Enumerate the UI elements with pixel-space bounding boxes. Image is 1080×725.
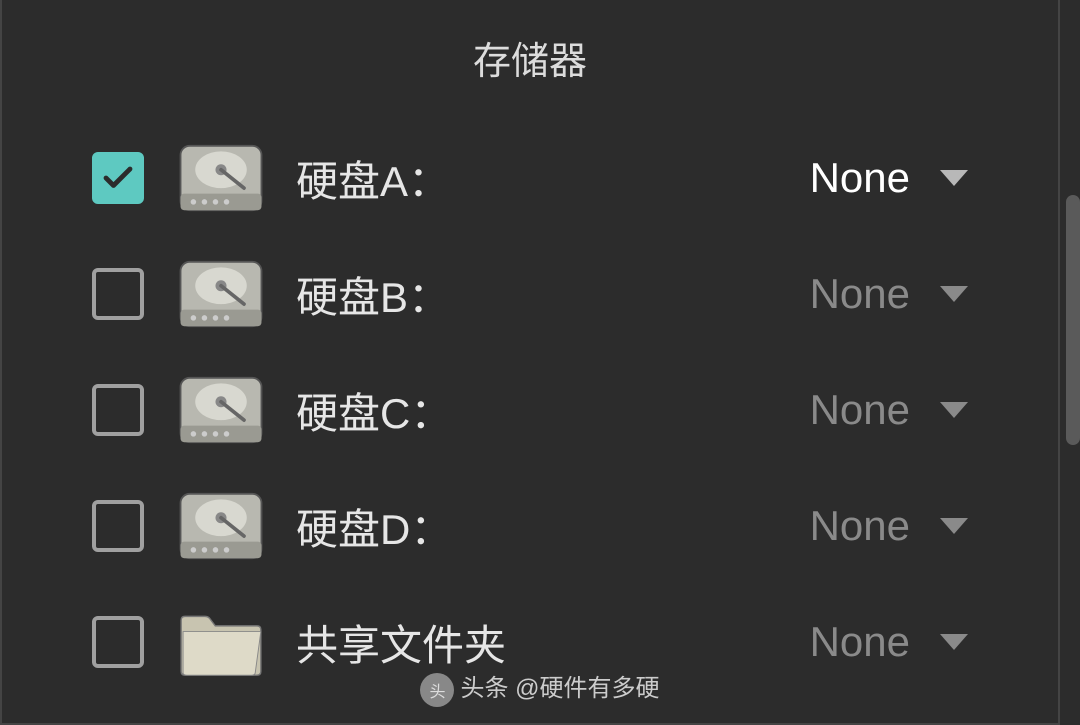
checkbox-disk-a[interactable] — [92, 152, 144, 204]
chevron-down-icon — [940, 286, 968, 302]
dropdown-value: None — [810, 502, 910, 550]
dropdown-value: None — [810, 270, 910, 318]
dropdown-shared-folder[interactable]: None — [810, 618, 968, 666]
dropdown-value: None — [810, 618, 910, 666]
storage-row-disk-a: 硬盘A： None — [2, 120, 1058, 236]
dropdown-disk-d[interactable]: None — [810, 502, 968, 550]
hdd-icon — [166, 142, 276, 214]
disk-label: 硬盘B： — [296, 264, 810, 325]
checkbox-disk-d[interactable] — [92, 500, 144, 552]
panel-title: 存储器 — [2, 30, 1058, 85]
storage-row-disk-c: 硬盘C： None — [2, 352, 1058, 468]
chevron-down-icon — [940, 518, 968, 534]
hdd-icon — [166, 258, 276, 330]
chevron-down-icon — [940, 634, 968, 650]
storage-row-disk-b: 硬盘B： None — [2, 236, 1058, 352]
storage-row-shared-folder: 共享文件夹 None — [2, 584, 1058, 700]
disk-label: 硬盘C： — [296, 380, 810, 441]
disk-label: 硬盘D： — [296, 496, 810, 557]
hdd-icon — [166, 490, 276, 562]
dropdown-disk-b[interactable]: None — [810, 270, 968, 318]
dropdown-value: None — [810, 154, 910, 202]
storage-panel: 存储器 硬盘A： None 硬盘B： None — [0, 0, 1060, 725]
checkbox-shared-folder[interactable] — [92, 616, 144, 668]
chevron-down-icon — [940, 402, 968, 418]
scrollbar[interactable] — [1066, 195, 1080, 445]
storage-row-disk-d: 硬盘D： None — [2, 468, 1058, 584]
checkbox-disk-c[interactable] — [92, 384, 144, 436]
disk-label: 硬盘A： — [296, 148, 810, 209]
check-icon — [100, 160, 136, 196]
folder-label: 共享文件夹 — [296, 612, 810, 673]
dropdown-value: None — [810, 386, 910, 434]
checkbox-disk-b[interactable] — [92, 268, 144, 320]
dropdown-disk-a[interactable]: None — [810, 154, 968, 202]
hdd-icon — [166, 374, 276, 446]
folder-icon — [166, 605, 276, 679]
dropdown-disk-c[interactable]: None — [810, 386, 968, 434]
chevron-down-icon — [940, 170, 968, 186]
